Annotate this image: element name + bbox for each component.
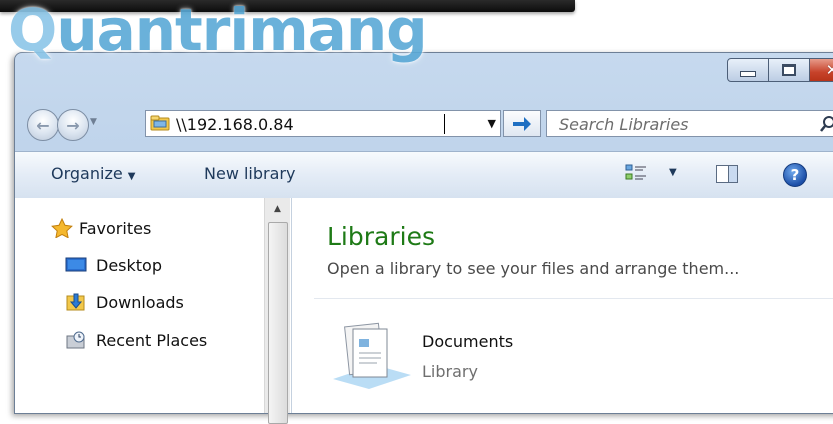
library-item-type: Library <box>422 362 478 381</box>
search-box[interactable]: Search Libraries <box>546 110 833 137</box>
navigation-pane: Favorites Desktop Downloads Recent Place… <box>15 198 291 424</box>
watermark-logo: Quantrimang <box>8 0 428 64</box>
sidebar-item-label: Desktop <box>96 255 162 275</box>
documents-library-icon[interactable] <box>329 319 413 391</box>
organize-button[interactable]: Organize ▼ <box>51 164 135 183</box>
forward-arrow-icon: → <box>66 115 80 135</box>
back-button[interactable]: ← <box>27 109 59 141</box>
search-icon[interactable] <box>819 115 833 133</box>
preview-pane-icon[interactable] <box>716 165 738 183</box>
scroll-up-button[interactable]: ▲ <box>265 198 290 220</box>
text-cursor <box>444 114 445 134</box>
sidebar-item-label: Downloads <box>96 292 184 312</box>
navigation-scrollbar[interactable]: ▲ <box>264 198 290 424</box>
star-icon <box>51 218 73 238</box>
content-pane: Libraries Open a library to see your fil… <box>292 198 833 413</box>
header-divider <box>314 298 833 299</box>
minimize-button[interactable] <box>727 58 769 82</box>
organize-label: Organize <box>51 164 123 183</box>
sidebar-item-recent-places[interactable]: Recent Places <box>65 330 207 350</box>
library-item-name[interactable]: Documents <box>422 332 513 351</box>
network-folder-icon <box>150 115 170 131</box>
new-library-button[interactable]: New library <box>204 164 295 183</box>
maximize-icon <box>782 64 796 76</box>
minimize-icon <box>740 71 756 77</box>
window-controls: ✕ <box>727 58 833 82</box>
forward-button[interactable]: → <box>57 109 89 141</box>
watermark-q-glyph: Q <box>8 0 57 64</box>
sidebar-item-downloads[interactable]: Downloads <box>65 292 184 312</box>
go-arrow-icon <box>513 116 531 131</box>
change-view-icon[interactable] <box>625 163 647 183</box>
back-arrow-icon: ← <box>36 115 50 135</box>
help-icon[interactable]: ? <box>783 163 807 187</box>
close-button[interactable]: ✕ <box>809 58 833 82</box>
views-dropdown-icon[interactable]: ▼ <box>669 167 677 178</box>
search-placeholder: Search Libraries <box>559 115 689 134</box>
downloads-icon <box>65 292 87 312</box>
scroll-thumb[interactable] <box>268 222 288 424</box>
sidebar-item-label: Favorites <box>79 218 152 238</box>
page-subtitle: Open a library to see your files and arr… <box>327 259 740 278</box>
watermark-text: uantrimang <box>56 0 427 64</box>
sidebar-item-favorites[interactable]: Favorites <box>51 218 151 238</box>
desktop-icon <box>65 255 87 275</box>
recent-places-icon <box>65 330 87 350</box>
address-text: \\192.168.0.84 <box>176 115 294 134</box>
recent-pages-dropdown[interactable]: ▼ <box>90 117 97 127</box>
chevron-down-icon: ▼ <box>127 171 136 182</box>
sidebar-item-label: Recent Places <box>96 330 208 350</box>
go-button[interactable] <box>503 110 541 137</box>
explorer-window: ✕ ← → ▼ \\192.168.0.84 ▼ Search Librarie… <box>14 52 833 424</box>
command-bar: Organize ▼ New library ▼ ? <box>15 151 833 199</box>
page-title: Libraries <box>327 222 435 251</box>
maximize-button[interactable] <box>768 58 810 82</box>
close-icon: ✕ <box>825 61 833 79</box>
address-bar[interactable]: \\192.168.0.84 ▼ <box>145 110 501 137</box>
address-dropdown-icon[interactable]: ▼ <box>488 117 496 130</box>
sidebar-item-desktop[interactable]: Desktop <box>65 255 162 275</box>
